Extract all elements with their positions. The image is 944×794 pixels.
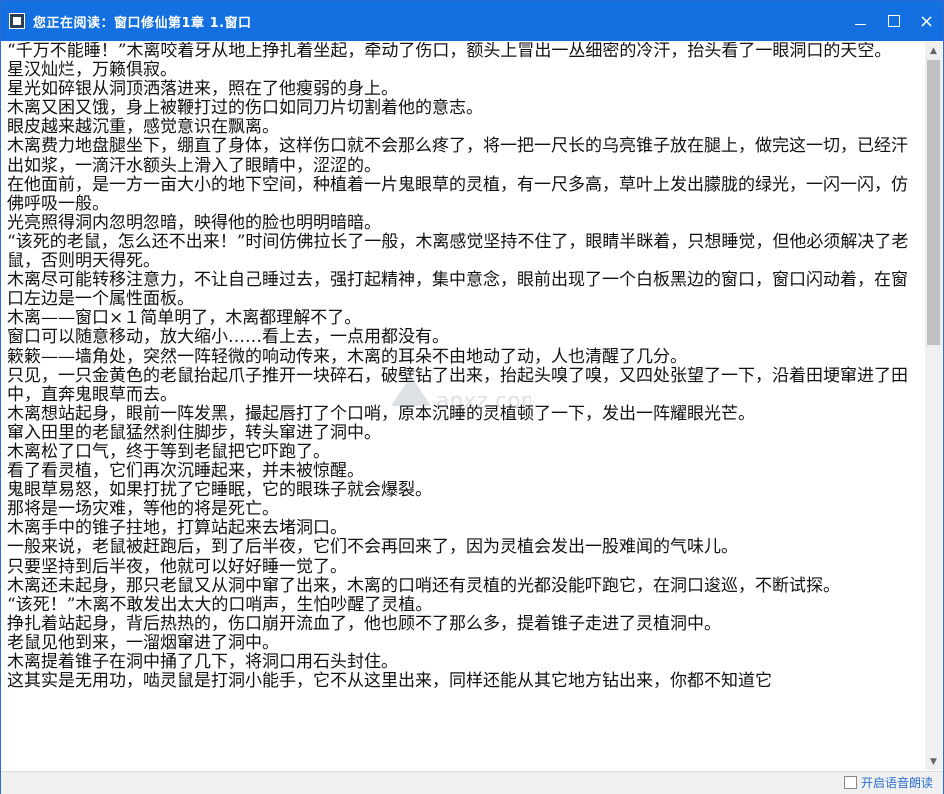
tts-label: 开启语音朗读 <box>860 776 933 790</box>
paragraph: 鬼眼草易怒，如果打扰了它睡眠，它的眼珠子就会爆裂。 <box>7 480 432 501</box>
chapter-text-area[interactable]: “千万不能睡！”木离咬着牙从地上挣扎着坐起，牵动了伤口，额头上冒出一丛细密的冷汗… <box>7 42 919 770</box>
tts-toggle[interactable]: 开启语音朗读 <box>843 774 933 791</box>
paragraph: 木离提着锥子在洞中捅了几下，将洞口用石头封住。 <box>7 652 398 672</box>
paragraph: 只要坚持到后半夜，他就可以好好睡一觉了。 <box>7 556 347 577</box>
paragraph: 木离尽可能转移注意力，不让自己睡过去，强打起精神，集中意念，眼前出现了一个白板黑… <box>7 270 908 310</box>
maximize-icon <box>887 15 900 27</box>
paragraph: 老鼠见他到来，一溜烟窜进了洞中。 <box>7 632 279 653</box>
paragraph: 窜入田里的老鼠猛然刹住脚步，转头窜进了洞中。 <box>7 422 381 443</box>
paragraph: 那将是一场灾难，等他的将是死亡。 <box>7 499 279 520</box>
close-button[interactable]: × <box>910 1 943 41</box>
paragraph: 木离松了口气，终于等到老鼠把它吓跑了。 <box>7 441 330 462</box>
paragraph: 簌簌——墙角处，突然一阵轻微的响动传来，木离的耳朵不由地动了动，人也清醒了几分。 <box>7 346 687 367</box>
paragraph: 只见，一只金黄色的老鼠抬起爪子推开一块碎石，破壁钻了出来，抬起头嗅了嗅，又四处张… <box>7 365 908 405</box>
minimize-icon <box>855 23 866 25</box>
paragraph: 看了看灵植，它们再次沉睡起来，并未被惊醒。 <box>7 461 364 482</box>
minimize-button[interactable] <box>844 1 877 41</box>
tts-checkbox[interactable] <box>843 776 857 789</box>
paragraph: 星光如碎银从洞顶洒落进来，照在了他瘦弱的身上。 <box>7 79 398 100</box>
app-icon <box>9 13 25 29</box>
window-title: 您正在阅读：窗口修仙第1章 1.窗口 <box>33 15 252 31</box>
paragraph: 在他面前，是一方一亩大小的地下空间，种植着一片鬼眼草的灵植，有一尺多高，草叶上发… <box>7 174 908 214</box>
paragraph: 木离想站起身，眼前一阵发黑，撮起唇打了个口哨，原本沉睡的灵植顿了一下，发出一阵耀… <box>7 403 755 424</box>
scroll-down-icon[interactable]: ▼ <box>925 753 942 770</box>
maximize-button[interactable] <box>877 1 910 41</box>
paragraph: 窗口可以随意移动，放大缩小……看上去，一点用都没有。 <box>7 327 449 348</box>
paragraph: 这其实是无用功，啮灵鼠是打洞小能手，它不从这里出来，同样还能从其它地方钻出来，你… <box>7 671 772 692</box>
paragraph: 木离——窗口×１简单明了，木离都理解不了。 <box>7 308 362 329</box>
paragraph: 眼皮越来越沉重，感觉意识在飘离。 <box>7 117 279 138</box>
paragraph: 挣扎着站起身，背后热热的，伤口崩开流血了，他也顾不了那么多，提着锥子走进了灵植洞… <box>7 613 721 634</box>
scroll-up-icon[interactable]: ▲ <box>925 42 942 59</box>
paragraph: 木离又困又饿，身上被鞭打过的伤口如同刀片切割着他的意志。 <box>7 98 483 119</box>
paragraph: 木离费力地盘腿坐下，绷直了身体，这样伤口就不会那么疼了，将一把一尺长的乌亮锥子放… <box>7 136 908 176</box>
paragraph: 木离手中的锥子拄地，打算站起来去堵洞口。 <box>7 518 347 539</box>
paragraph: 木离还未起身，那只老鼠又从洞中窜了出来，木离的口哨还有灵植的光都没能吓跑它，在洞… <box>7 575 840 596</box>
paragraph: “该死的老鼠，怎么还不出来！”时间仿佛拉长了一般，木离感觉坚持不住了，眼睛半眯着… <box>7 231 909 272</box>
scrollbar-thumb[interactable] <box>927 60 940 345</box>
title-bar[interactable]: 您正在阅读：窗口修仙第1章 1.窗口 × <box>1 1 943 41</box>
paragraph: “该死！”木离不敢发出太大的口哨声，生怕吵醒了灵植。 <box>7 594 433 615</box>
status-bar: 开启语音朗读 <box>1 771 943 794</box>
close-icon: × <box>918 10 935 32</box>
reader-window: 您正在阅读：窗口修仙第1章 1.窗口 × “千万不能睡！”木离咬着牙从地上挣扎着… <box>0 0 944 794</box>
paragraph: “千万不能睡！”木离咬着牙从地上挣扎着坐起，牵动了伤口，额头上冒出一丛细密的冷汗… <box>7 42 892 61</box>
paragraph: 星汉灿烂，万籁俱寂。 <box>7 60 177 81</box>
window-controls: × <box>844 1 943 41</box>
vertical-scrollbar[interactable]: ▲ ▼ <box>925 42 942 770</box>
paragraph: 光亮照得洞内忽明忽暗，映得他的脸也明明暗暗。 <box>7 212 381 233</box>
paragraph: 一般来说，老鼠被赶跑后，到了后半夜，它们不会再回来了，因为灵植会发出一股难闻的气… <box>7 537 738 558</box>
